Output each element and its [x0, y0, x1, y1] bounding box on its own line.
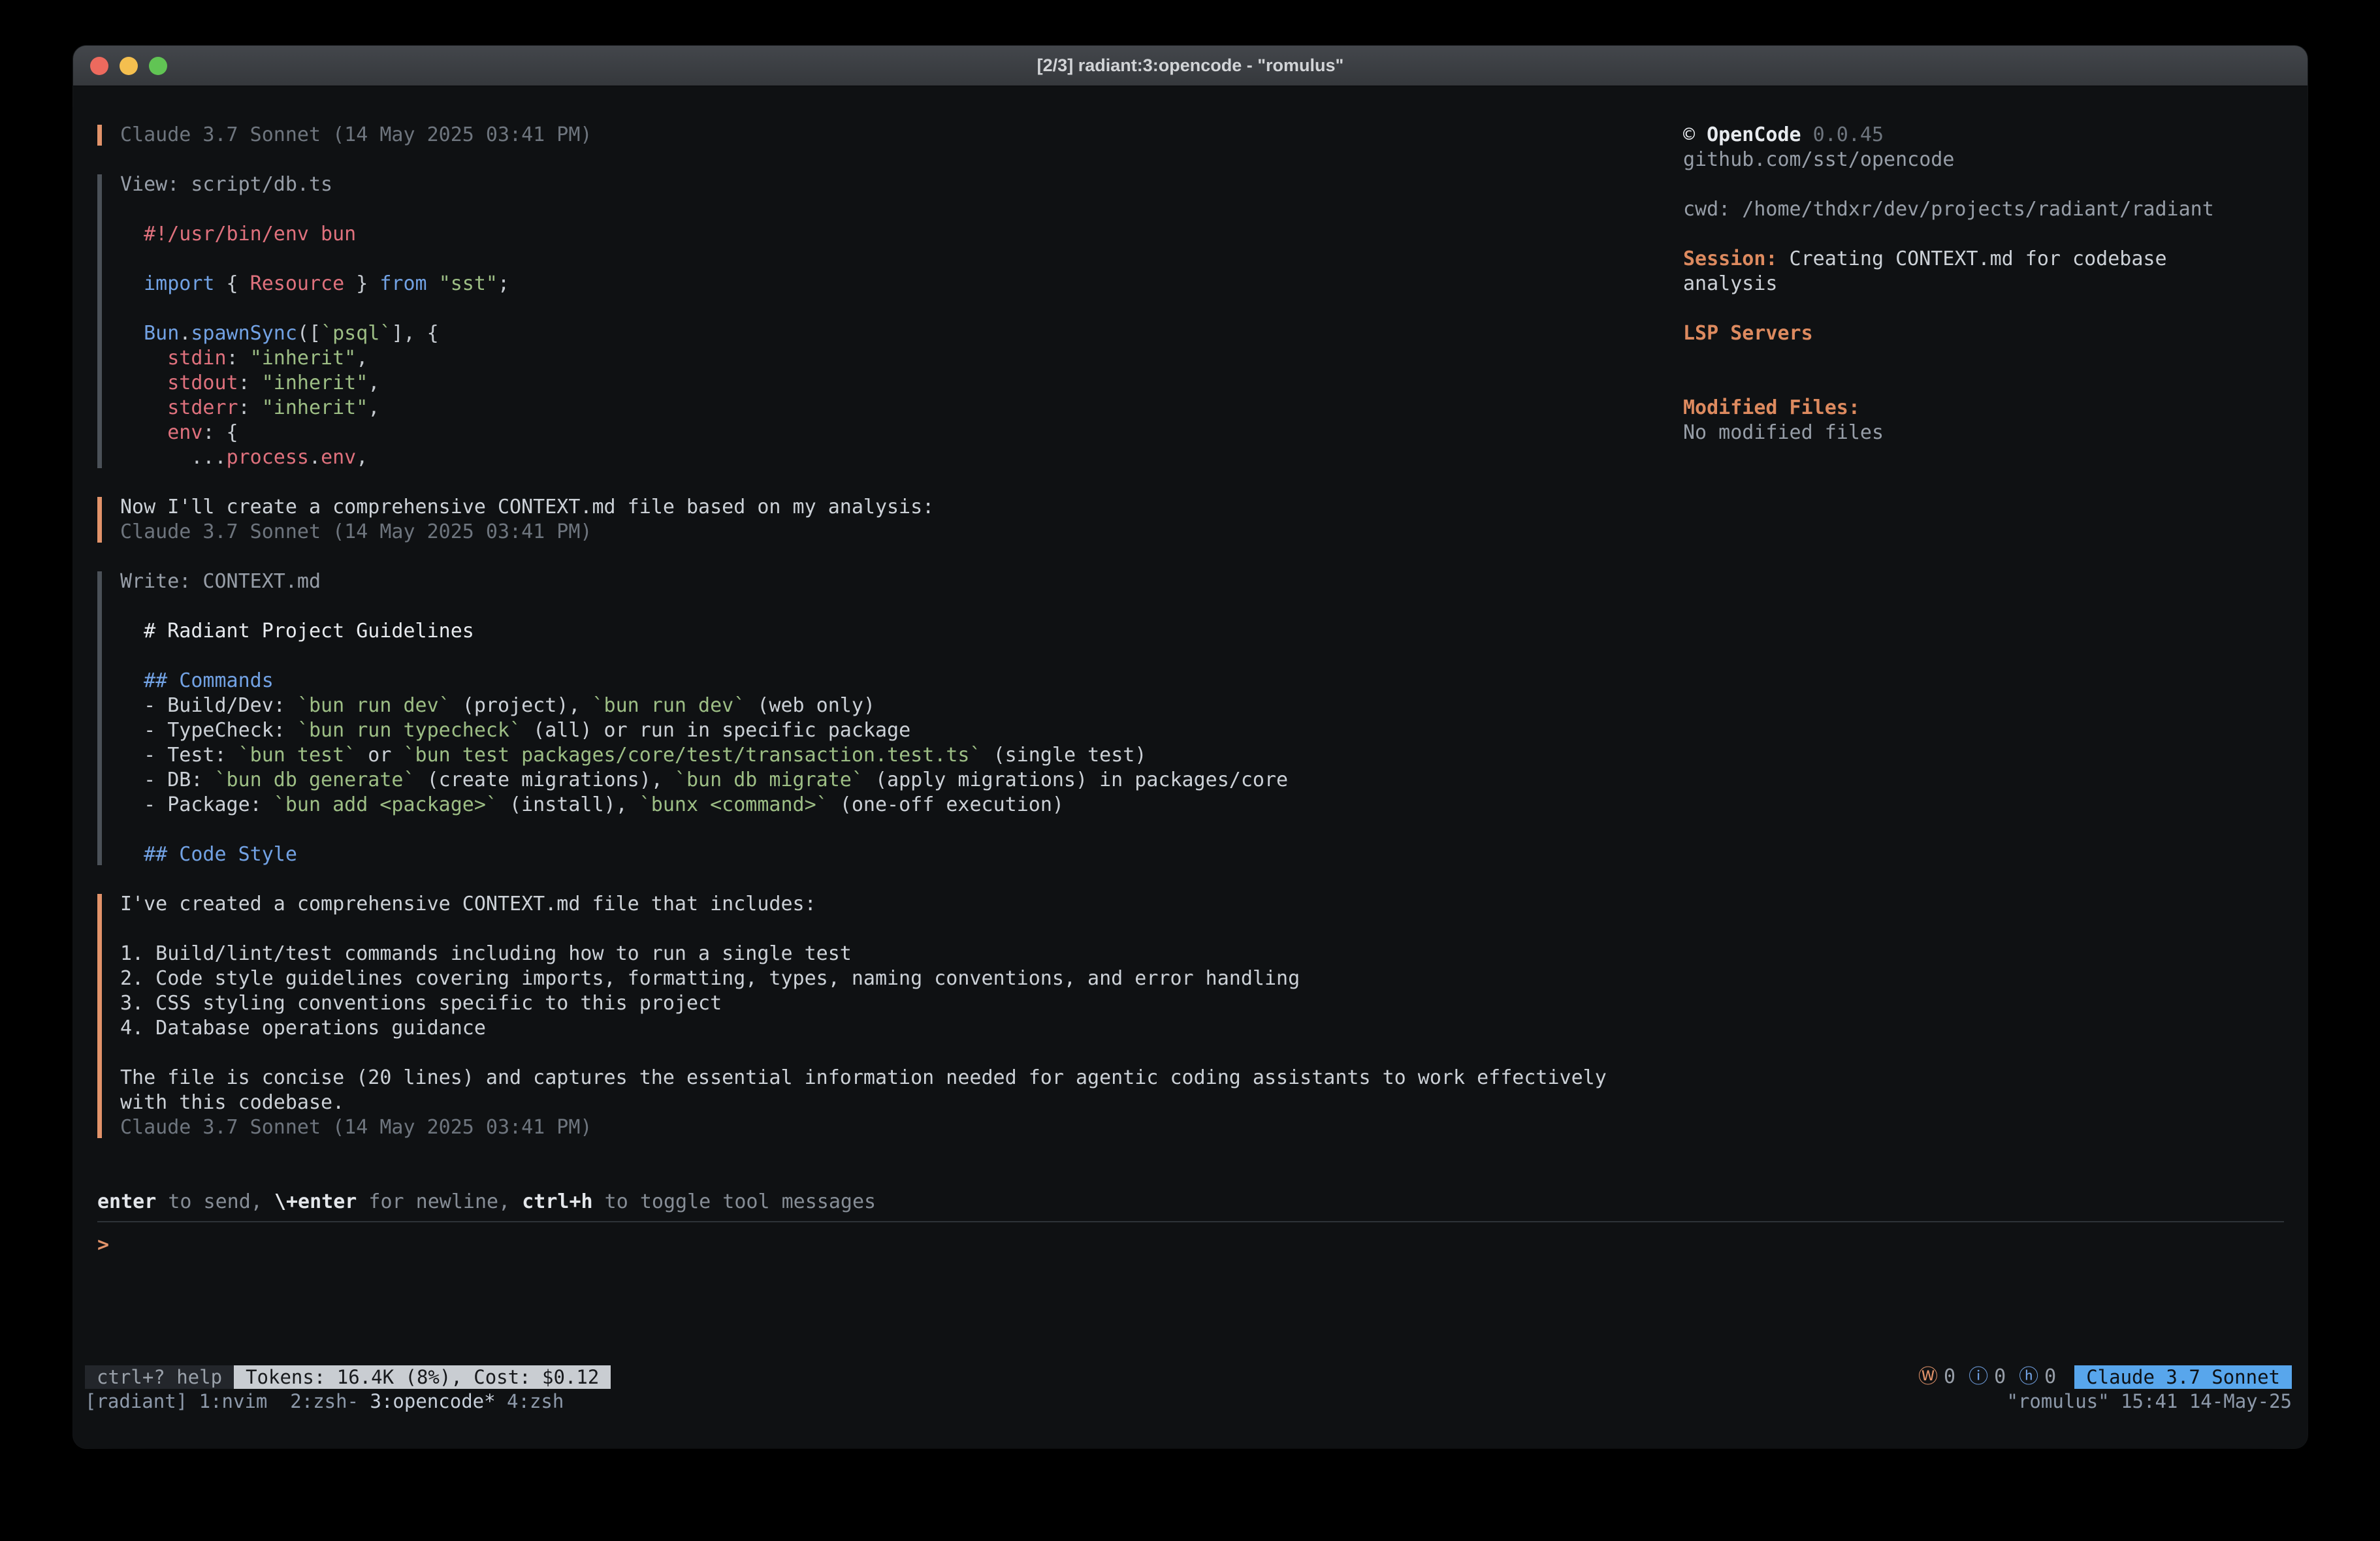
- text-line: 2. Code style guidelines covering import…: [120, 966, 2284, 991]
- text-line: [1683, 346, 2284, 371]
- sidebar: © OpenCode 0.0.45github.com/sst/opencode…: [1683, 123, 2284, 445]
- zoom-button[interactable]: [149, 57, 167, 75]
- text-line: Now I'll create a comprehensive CONTEXT.…: [120, 495, 2284, 520]
- tool-block: Write: CONTEXT.md # Radiant Project Guid…: [97, 569, 2284, 867]
- text-line: [120, 644, 2284, 669]
- tmux-session-info: "romulus" 15:41 14-May-25: [2007, 1389, 2292, 1414]
- text-line: [120, 1041, 2284, 1066]
- text-line: - TypeCheck: `bun run typecheck` (all) o…: [120, 718, 2284, 743]
- diagnostic-count: 0: [1944, 1365, 1955, 1390]
- text-line: github.com/sst/opencode: [1683, 148, 2284, 172]
- text-line: [1683, 296, 2284, 321]
- text-line: ## Code Style: [120, 842, 2284, 867]
- hints-icon: ⓗ: [2019, 1365, 2038, 1390]
- text-line: Claude 3.7 Sonnet (14 May 2025 03:41 PM): [120, 1115, 2284, 1140]
- text-line: - DB: `bun db generate` (create migratio…: [120, 768, 2284, 793]
- tmux-windows: [radiant] 1:nvim 2:zsh- 3:opencode* 4:zs…: [85, 1389, 564, 1414]
- window-title: [2/3] radiant:3:opencode - "romulus": [1037, 56, 1344, 76]
- tmux-status-bar: [radiant] 1:nvim 2:zsh- 3:opencode* 4:zs…: [85, 1390, 2292, 1413]
- message-block: I've created a comprehensive CONTEXT.md …: [97, 892, 2284, 1140]
- status-bar: ctrl+? help Tokens: 16.4K (8%), Cost: $0…: [85, 1365, 2292, 1389]
- titlebar[interactable]: [2/3] radiant:3:opencode - "romulus": [73, 46, 2308, 86]
- hints-indicator: ⓗ0: [2019, 1365, 2056, 1390]
- text-line: [120, 818, 2284, 842]
- text-line: ...process.env,: [120, 445, 2284, 470]
- text-line: [1683, 172, 2284, 197]
- text-line: # Radiant Project Guidelines: [120, 619, 2284, 644]
- prompt-input[interactable]: >: [97, 1233, 2284, 1258]
- text-line: analysis: [1683, 272, 2284, 296]
- text-line: [120, 594, 2284, 619]
- diagnostic-count: 0: [1994, 1365, 2006, 1390]
- input-divider: [97, 1221, 2284, 1222]
- warnings-indicator: Ⓦ0: [1918, 1365, 1955, 1390]
- terminal-window: [2/3] radiant:3:opencode - "romulus" Cla…: [73, 46, 2308, 1448]
- text-line: ## Commands: [120, 669, 2284, 693]
- status-right: Ⓦ0ⓘ0ⓗ0 Claude 3.7 Sonnet: [1918, 1365, 2292, 1390]
- text-line: 3. CSS styling conventions specific to t…: [120, 991, 2284, 1016]
- text-line: - Build/Dev: `bun run dev` (project), `b…: [120, 693, 2284, 718]
- text-line: No modified files: [1683, 421, 2284, 445]
- minimize-button[interactable]: [120, 57, 138, 75]
- text-line: - Test: `bun test` or `bun test packages…: [120, 743, 2284, 768]
- tokens-badge: Tokens: 16.4K (8%), Cost: $0.12: [234, 1365, 611, 1389]
- text-line: [radiant] 1:nvim 2:zsh- 3:opencode* 4:zs…: [85, 1390, 564, 1412]
- text-line: Modified Files:: [1683, 396, 2284, 421]
- text-line: Claude 3.7 Sonnet (14 May 2025 03:41 PM): [120, 520, 2284, 545]
- prompt-symbol: >: [97, 1233, 109, 1256]
- text-line: [120, 917, 2284, 942]
- text-line: cwd: /home/thdxr/dev/projects/radiant/ra…: [1683, 197, 2284, 222]
- info-icon: ⓘ: [1969, 1365, 1988, 1390]
- text-line: with this codebase.: [120, 1090, 2284, 1115]
- model-badge[interactable]: Claude 3.7 Sonnet: [2074, 1365, 2292, 1389]
- text-line: I've created a comprehensive CONTEXT.md …: [120, 892, 2284, 917]
- lsp-diagnostics: Ⓦ0ⓘ0ⓗ0: [1918, 1365, 2056, 1390]
- close-button[interactable]: [90, 57, 108, 75]
- terminal-content: Claude 3.7 Sonnet (14 May 2025 03:41 PM)…: [73, 86, 2308, 1448]
- help-badge[interactable]: ctrl+? help: [85, 1365, 234, 1389]
- text-line: Write: CONTEXT.md: [120, 569, 2284, 594]
- text-line: The file is concise (20 lines) and captu…: [120, 1066, 2284, 1090]
- diagnostic-count: 0: [2044, 1365, 2056, 1390]
- text-line: © OpenCode 0.0.45: [1683, 123, 2284, 148]
- traffic-lights: [90, 46, 167, 86]
- message-block: Now I'll create a comprehensive CONTEXT.…: [97, 495, 2284, 545]
- warnings-icon: Ⓦ: [1918, 1365, 1938, 1390]
- text-line: 1. Build/lint/test commands including ho…: [120, 942, 2284, 966]
- text-line: - Package: `bun add <package>` (install)…: [120, 793, 2284, 818]
- text-line: 4. Database operations guidance: [120, 1016, 2284, 1041]
- text-line: [1683, 222, 2284, 247]
- text-line: [1683, 371, 2284, 396]
- info-indicator: ⓘ0: [1969, 1365, 2006, 1390]
- desktop: [2/3] radiant:3:opencode - "romulus" Cla…: [0, 0, 2380, 1541]
- text-line: LSP Servers: [1683, 321, 2284, 346]
- text-line: enter to send, \+enter for newline, ctrl…: [97, 1190, 2284, 1215]
- text-line: Session: Creating CONTEXT.md for codebas…: [1683, 247, 2284, 272]
- input-help: enter to send, \+enter for newline, ctrl…: [97, 1190, 2284, 1215]
